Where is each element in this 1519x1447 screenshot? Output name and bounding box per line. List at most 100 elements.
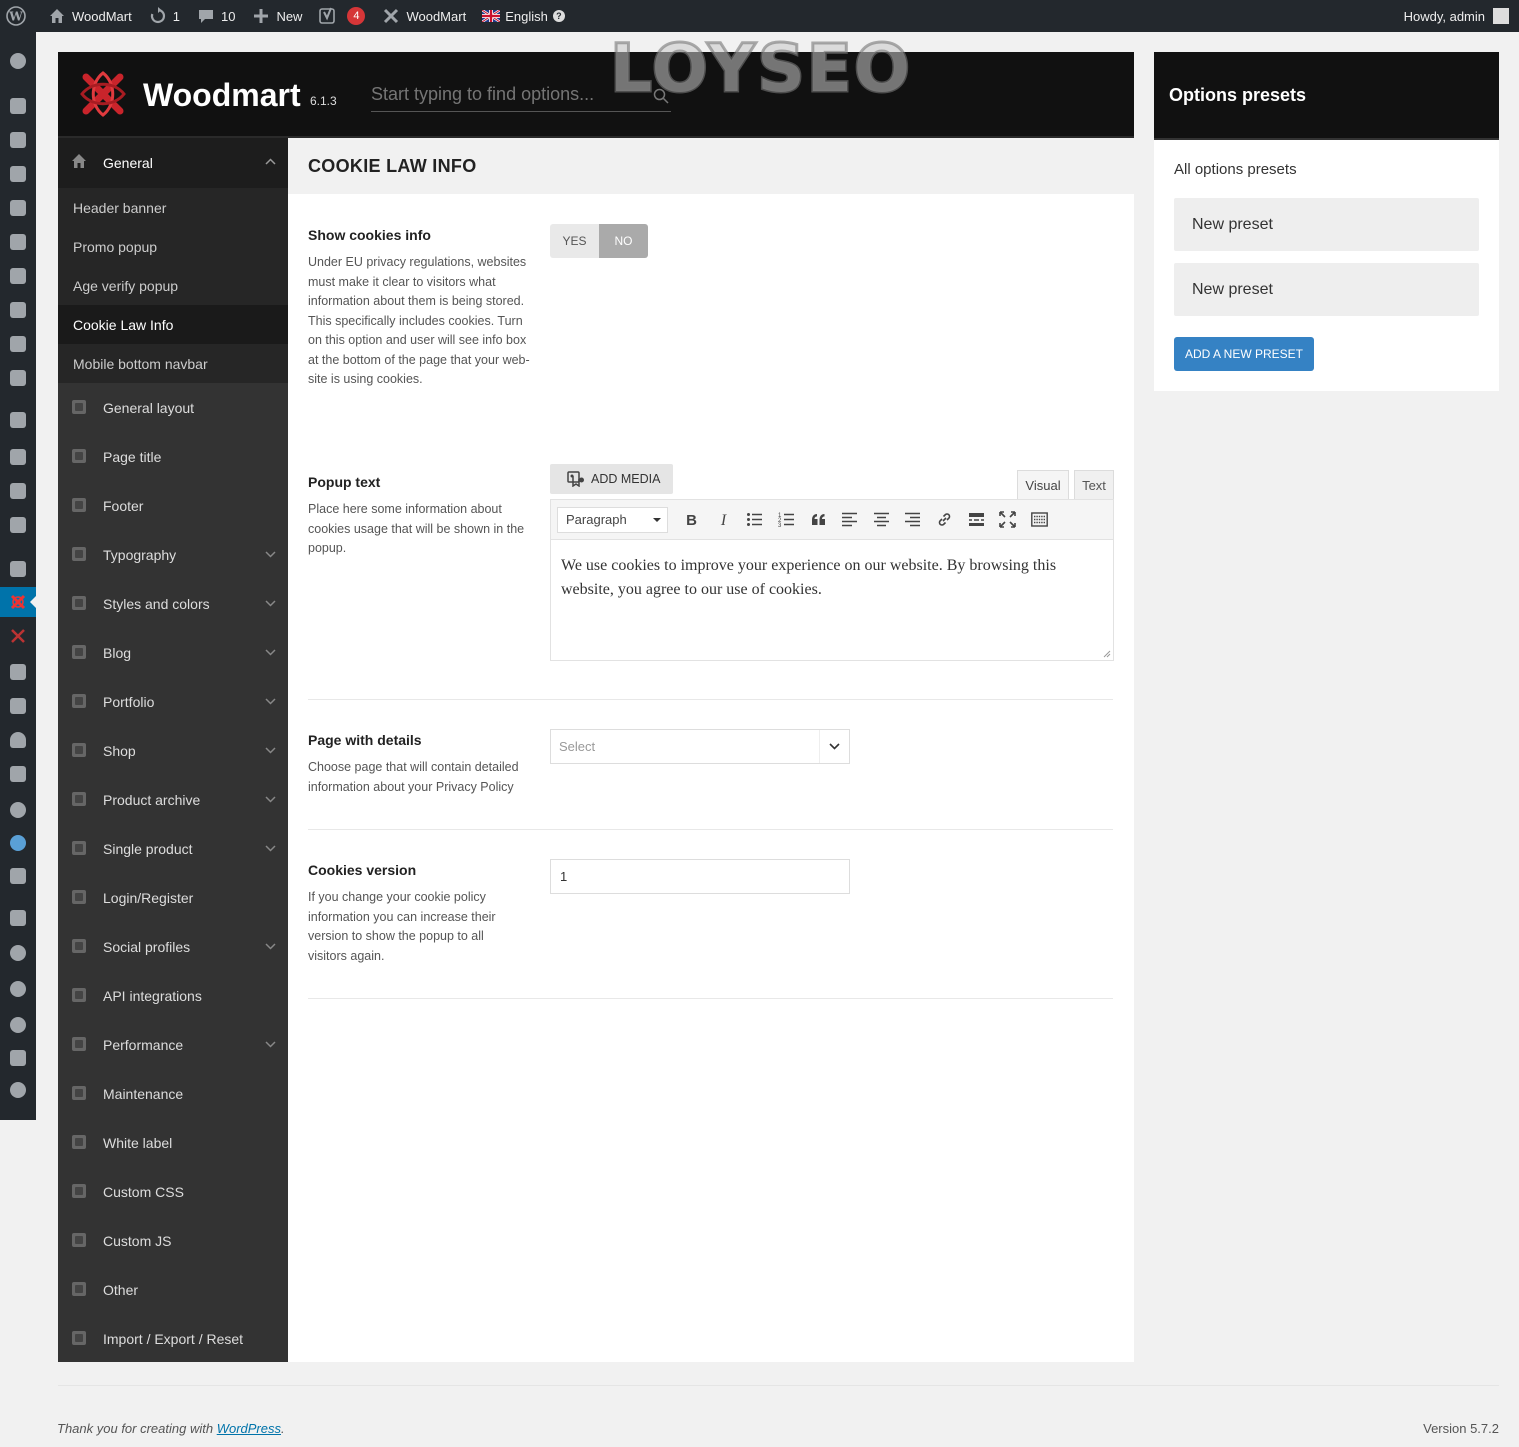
users-menu-item[interactable] <box>0 725 36 755</box>
sidebar-item[interactable]: API integrations <box>58 971 288 1020</box>
analytics-menu-item[interactable] <box>0 476 36 506</box>
blockquote-button[interactable] <box>802 506 834 534</box>
forms-menu-item[interactable] <box>0 691 36 721</box>
switch-no-button[interactable]: NO <box>599 224 648 258</box>
sidebar-item[interactable]: Product archive <box>58 775 288 824</box>
insights-menu-item[interactable] <box>0 861 36 891</box>
wp-logo-menu[interactable]: W <box>0 0 39 32</box>
preset-item[interactable]: New preset <box>1174 198 1479 251</box>
sidebar-item[interactable]: Social profiles <box>58 922 288 971</box>
sidebar-item[interactable]: Styles and colors <box>58 579 288 628</box>
woocommerce-menu-item[interactable] <box>0 405 36 435</box>
sidebar-sub-list: Header banner Promo popup Age verify popup… <box>58 188 288 383</box>
sidebar-item[interactable]: Typography <box>58 530 288 579</box>
sidebar-item[interactable]: Shop <box>58 726 288 775</box>
greeting: Howdy, admin <box>1403 8 1485 24</box>
sidebar-item[interactable]: Footer <box>58 481 288 530</box>
theme-settings-menu-item[interactable] <box>0 587 36 617</box>
sidebar-item[interactable]: General layout <box>58 383 288 432</box>
sidebar-sub-item[interactable]: Header banner <box>58 188 288 227</box>
yoast-menu-item[interactable] <box>0 903 36 933</box>
collapse-menu-item[interactable] <box>0 1075 36 1105</box>
add-media-button[interactable]: ADD MEDIA <box>550 464 673 494</box>
pages-menu-item[interactable] <box>0 159 36 189</box>
products-menu-item[interactable] <box>0 442 36 472</box>
bold-button[interactable]: B <box>676 506 708 534</box>
footer-thanks: Thank you for creating with WordPress. <box>57 1421 285 1436</box>
help-icon[interactable]: ? <box>552 10 565 22</box>
insert-link-button[interactable] <box>929 506 961 534</box>
sidebar-item[interactable]: Custom CSS <box>58 1167 288 1216</box>
align-center-button[interactable] <box>866 506 898 534</box>
format-select[interactable]: Paragraph <box>557 506 668 533</box>
sidebar-item[interactable]: Page title <box>58 432 288 481</box>
add-preset-button[interactable]: ADD A NEW PRESET <box>1174 337 1314 371</box>
sidebar-section-general[interactable]: General <box>58 138 288 188</box>
slider-menu-item[interactable] <box>0 227 36 257</box>
woodmart-menu-item[interactable] <box>0 621 36 651</box>
sidebar-item[interactable]: Other <box>58 1265 288 1314</box>
posts-menu-item[interactable] <box>0 91 36 121</box>
sidebar-item[interactable]: Single product <box>58 824 288 873</box>
account-menu[interactable]: Howdy, admin <box>1396 0 1519 32</box>
sidebar-item[interactable]: Blog <box>58 628 288 677</box>
align-right-button[interactable] <box>897 506 929 534</box>
options-search-input[interactable] <box>371 80 641 105</box>
tools-menu-item[interactable] <box>0 759 36 789</box>
bullet-list-button[interactable] <box>739 506 771 534</box>
tab-visual[interactable]: Visual <box>1017 470 1069 500</box>
sidebar-item[interactable]: Login/Register <box>58 873 288 922</box>
sidebar-sub-item[interactable]: Mobile bottom navbar <box>58 344 288 383</box>
comments-menu-item[interactable] <box>0 193 36 223</box>
new-content-menu[interactable]: New <box>243 0 310 32</box>
updates-count: 1 <box>172 8 180 24</box>
sync-menu-item[interactable] <box>0 828 36 858</box>
sidebar-sub-item[interactable]: Promo popup <box>58 227 288 266</box>
wordpress-link[interactable]: WordPress <box>217 1421 281 1436</box>
switch-yes-button[interactable]: YES <box>550 224 599 258</box>
sidebar-item[interactable]: Custom JS <box>58 1216 288 1265</box>
resize-grip-icon[interactable] <box>1103 650 1111 658</box>
sidebar-item[interactable]: White label <box>58 1118 288 1167</box>
cookies-version-input[interactable] <box>550 859 850 894</box>
preset-item[interactable]: New preset <box>1174 263 1479 316</box>
italic-button[interactable]: I <box>708 506 740 534</box>
toolbar-toggle-button[interactable] <box>1024 506 1056 534</box>
yoast-menu[interactable]: 4 <box>310 0 373 32</box>
search-menu-item[interactable] <box>0 1010 36 1040</box>
translate-menu-item[interactable] <box>0 1043 36 1073</box>
media-menu-item[interactable] <box>0 125 36 155</box>
fullscreen-button[interactable] <box>992 506 1024 534</box>
numbered-list-button[interactable]: 123 <box>771 506 803 534</box>
read-more-button[interactable] <box>960 506 992 534</box>
site-name-menu[interactable]: WoodMart <box>39 0 140 32</box>
language-menu[interactable]: English ? <box>474 0 573 32</box>
gallery-menu-item[interactable] <box>0 363 36 393</box>
seo-menu-item[interactable] <box>0 795 36 825</box>
marketing-menu-item[interactable] <box>0 510 36 540</box>
comments-menu[interactable]: 10 <box>188 0 243 32</box>
sidebar-sub-item[interactable]: Age verify popup <box>58 266 288 305</box>
layouts-menu-item[interactable] <box>0 261 36 291</box>
plugins-menu-item[interactable] <box>0 657 36 687</box>
html-blocks-menu-item[interactable] <box>0 295 36 325</box>
appearance-menu-item[interactable] <box>0 554 36 584</box>
stats-menu-item[interactable] <box>0 938 36 968</box>
sidebar-item[interactable]: Portfolio <box>58 677 288 726</box>
sidebar-item[interactable]: Performance <box>58 1020 288 1069</box>
refresh-menu-item[interactable] <box>0 974 36 1004</box>
editor-content[interactable]: We use cookies to improve your experienc… <box>551 540 1113 616</box>
options-presets-panel: Options presets All options presets New … <box>1154 52 1499 391</box>
tab-text[interactable]: Text <box>1074 470 1114 500</box>
align-left-button[interactable] <box>834 506 866 534</box>
theme-menu[interactable]: WoodMart <box>373 0 474 32</box>
sidebar-sub-item[interactable]: Cookie Law Info <box>58 305 288 344</box>
woo-icon <box>10 412 26 428</box>
sidebar-item[interactable]: Maintenance <box>58 1069 288 1118</box>
updates-menu[interactable]: 1 <box>140 0 188 32</box>
sidebar-item[interactable]: Import / Export / Reset <box>58 1314 288 1363</box>
brush-icon <box>72 596 86 610</box>
contact-menu-item[interactable] <box>0 329 36 359</box>
dashboard-menu-item[interactable] <box>0 46 36 76</box>
page-details-select[interactable]: Select <box>550 729 850 764</box>
